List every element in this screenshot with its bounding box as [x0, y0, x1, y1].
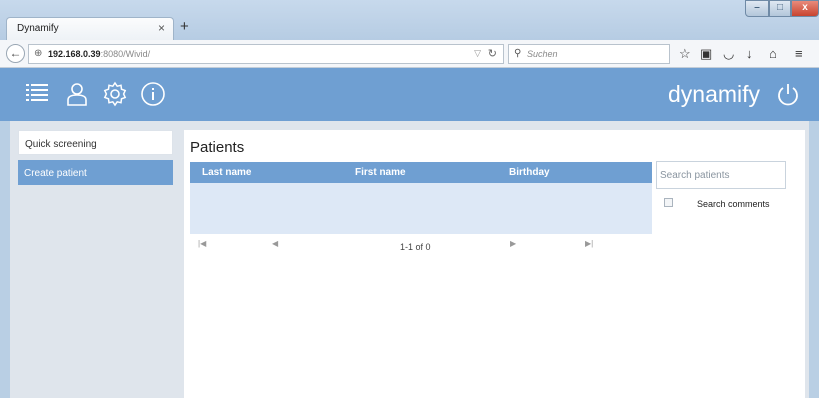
download-icon[interactable]: ↓ [746, 46, 753, 61]
column-header-birthday[interactable]: Birthday [509, 167, 550, 178]
arrow-left-icon: ← [9, 46, 22, 60]
power-icon[interactable] [775, 82, 801, 108]
home-icon[interactable]: ⌂ [769, 46, 777, 61]
search-comments-checkbox[interactable] [664, 198, 673, 207]
new-tab-button[interactable]: + [180, 18, 189, 35]
pagination-info: 1-1 of 0 [400, 242, 431, 252]
browser-tab[interactable]: Dynamify × [6, 17, 174, 40]
sidebar: Quick screening Create patient [18, 130, 173, 398]
pagination: |◀ ◀ 1-1 of 0 ▶ ▶| [190, 236, 652, 256]
navigation-bar: ← ⊕ 192.168.0.39:8080/Wivid/ ▽ ↻ ⚲ Suche… [0, 40, 819, 68]
settings-icon[interactable] [102, 81, 128, 107]
bookmark-star-icon[interactable]: ☆ [679, 46, 691, 62]
clipboard-icon[interactable]: ▣ [700, 46, 712, 62]
page-title: Patients [190, 139, 245, 156]
dropdown-icon[interactable]: ▽ [474, 48, 481, 59]
url-host: 192.168.0.39 [48, 49, 101, 59]
back-button[interactable]: ← [6, 44, 25, 63]
column-header-last-name[interactable]: Last name [202, 167, 251, 178]
close-window-button[interactable]: x [791, 0, 819, 17]
menu-icon[interactable]: ≡ [795, 46, 803, 61]
sidebar-item-quick-screening[interactable]: Quick screening [18, 130, 173, 155]
patients-panel: Patients Last name First name Birthday |… [184, 130, 805, 398]
app-header: dynamify [0, 68, 819, 121]
url-path: :8080/Wivid/ [100, 49, 151, 59]
list-icon[interactable] [24, 81, 50, 107]
tab-close-icon[interactable]: × [158, 21, 165, 35]
maximize-button[interactable]: □ [769, 0, 791, 17]
first-page-icon[interactable]: |◀ [198, 239, 206, 248]
reload-icon[interactable]: ↻ [488, 47, 497, 60]
column-header-first-name[interactable]: First name [355, 167, 406, 178]
globe-icon: ⊕ [34, 48, 43, 59]
tab-title: Dynamify [17, 23, 59, 34]
info-icon[interactable] [140, 81, 166, 107]
url-text: 192.168.0.39:8080/Wivid/ [48, 49, 150, 59]
search-comments-label: Search comments [697, 199, 770, 209]
address-bar[interactable]: ⊕ 192.168.0.39:8080/Wivid/ ▽ ↻ [28, 44, 504, 64]
previous-page-icon[interactable]: ◀ [272, 239, 278, 248]
user-icon[interactable] [64, 81, 90, 107]
maximize-icon: □ [776, 2, 784, 13]
table-body [190, 183, 652, 234]
browser-search-placeholder: Suchen [527, 49, 558, 59]
minimize-icon: – [754, 2, 760, 13]
title-bar: Dynamify × + – □ x [0, 0, 819, 40]
sidebar-item-create-patient[interactable]: Create patient [18, 160, 173, 185]
patients-table: Last name First name Birthday [190, 162, 652, 234]
last-page-icon[interactable]: ▶| [585, 239, 593, 248]
pocket-icon[interactable]: ◡ [723, 46, 734, 62]
next-page-icon[interactable]: ▶ [510, 239, 516, 248]
close-icon: x [802, 2, 808, 13]
browser-search-bar[interactable]: ⚲ Suchen [508, 44, 670, 64]
search-patients-input[interactable] [656, 161, 786, 189]
table-header: Last name First name Birthday [190, 162, 652, 183]
search-icon: ⚲ [514, 48, 522, 59]
minimize-button[interactable]: – [745, 0, 769, 17]
brand-logo: dynamify [668, 81, 761, 107]
